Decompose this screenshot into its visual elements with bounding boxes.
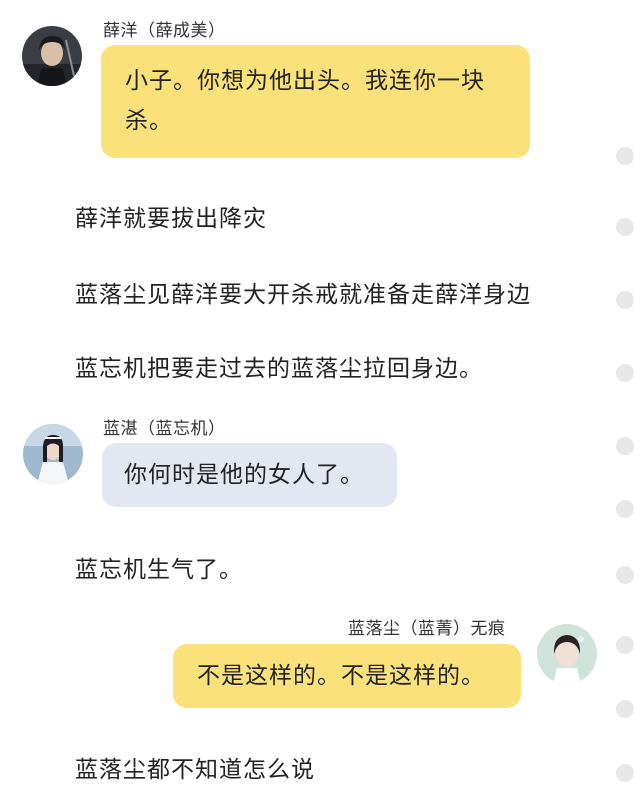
scroll-indicator-dot[interactable]	[616, 566, 634, 584]
narration-line: 薛洋就要拔出降灾	[75, 206, 267, 232]
narration-line: 蓝落尘都不知道怎么说	[75, 757, 315, 783]
speaker-name: 蓝落尘（蓝菁）无痕	[348, 619, 506, 639]
avatar-lan-zhan-image	[23, 424, 83, 484]
avatar-lan-luo-chen[interactable]	[537, 624, 597, 684]
message-bubble[interactable]: 不是这样的。不是这样的。	[173, 644, 521, 708]
message-bubble[interactable]: 你何时是他的女人了。	[102, 443, 397, 507]
avatar-xue-yang-image	[22, 26, 82, 86]
scroll-indicator-dot[interactable]	[616, 147, 634, 165]
narration-line: 蓝落尘见薛洋要大开杀戒就准备走薛洋身边	[75, 282, 531, 308]
scroll-indicator-dot[interactable]	[616, 291, 634, 309]
speaker-name: 薛洋（薛成美）	[103, 21, 226, 41]
scroll-indicator-dot[interactable]	[616, 364, 634, 382]
scroll-indicator-dot[interactable]	[616, 636, 634, 654]
message-bubble[interactable]: 小子。你想为他出头。我连你一块杀。	[101, 45, 530, 158]
scroll-indicator-dot[interactable]	[616, 218, 634, 236]
avatar-lan-zhan[interactable]	[23, 424, 83, 484]
chat-story-page: 薛洋（薛成美） 小子。你想为他出头。我连你一块杀。 薛洋就要拔出降灾 蓝落尘见薛…	[0, 0, 640, 788]
scroll-indicator-dot[interactable]	[616, 500, 634, 518]
narration-line: 蓝忘机生气了。	[75, 557, 243, 583]
narration-line: 蓝忘机把要走过去的蓝落尘拉回身边。	[75, 356, 483, 382]
speaker-name: 蓝湛（蓝忘机）	[103, 419, 226, 439]
scroll-indicator-dot[interactable]	[616, 764, 634, 782]
scroll-indicator-dot[interactable]	[616, 437, 634, 455]
avatar-xue-yang[interactable]	[22, 26, 82, 86]
scroll-indicator-dot[interactable]	[616, 700, 634, 718]
avatar-lan-luo-chen-image	[537, 624, 597, 684]
